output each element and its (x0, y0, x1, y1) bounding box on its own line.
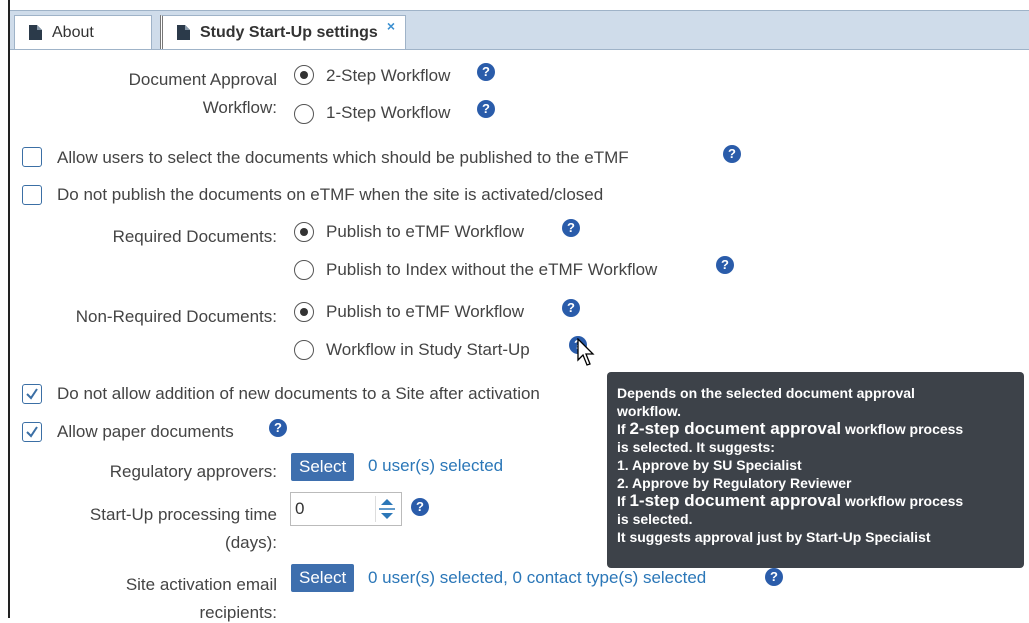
regulatory-approvers-label: Regulatory approvers: (109, 462, 277, 481)
processing-time-label-1: Start-Up processing time (89, 505, 277, 524)
close-icon[interactable]: × (387, 18, 395, 34)
approval-workflow-label-1: Document Approval (128, 70, 277, 89)
activation-email-label-1: Site activation email (125, 575, 277, 594)
processing-time-input[interactable]: 0 (290, 492, 402, 526)
radio-2-step-workflow[interactable] (294, 65, 314, 85)
help-icon[interactable]: ? (411, 498, 429, 516)
do-not-publish-label: Do not publish the documents on eTMF whe… (57, 185, 604, 204)
tooltip-text: workflow process (841, 493, 964, 509)
option-2-step-label: 2-Step Workflow (326, 66, 451, 85)
nonrequired-publish-etmf-label: Publish to eTMF Workflow (326, 302, 525, 321)
checkmark-icon (26, 388, 38, 400)
mouse-cursor-icon (577, 338, 595, 366)
required-documents-label: Required Documents: (112, 227, 277, 246)
tooltip-line: It suggests approval just by Start-Up Sp… (617, 529, 931, 545)
radio-nonrequired-workflow-ssu[interactable] (294, 340, 314, 360)
tooltip-line: 2. Approve by Regulatory Reviewer (617, 475, 852, 491)
help-tooltip: Depends on the selected document approva… (607, 372, 1024, 568)
required-publish-index-label: Publish to Index without the eTMF Workfl… (326, 260, 658, 279)
allow-select-documents-label: Allow users to select the documents whic… (57, 148, 629, 167)
tooltip-text: If (617, 493, 630, 509)
tab-about-label: About (52, 23, 94, 41)
radio-required-publish-index[interactable] (294, 260, 314, 280)
document-icon (29, 25, 42, 40)
no-addition-label: Do not allow addition of new documents t… (57, 384, 540, 403)
help-icon[interactable]: ? (477, 63, 495, 81)
radio-1-step-workflow[interactable] (294, 104, 314, 124)
select-regulatory-approvers-button[interactable]: Select (291, 453, 355, 481)
help-icon[interactable]: ? (562, 219, 580, 237)
help-icon[interactable]: ? (765, 568, 783, 586)
checkmark-icon (26, 426, 38, 438)
checkbox-allow-paper-documents[interactable] (22, 422, 42, 442)
tooltip-line: is selected. (617, 511, 693, 527)
select-activation-recipients-button[interactable]: Select (291, 564, 355, 592)
help-icon[interactable]: ? (269, 419, 287, 437)
window-border (8, 0, 10, 618)
tooltip-text: If (617, 421, 630, 437)
checkbox-do-not-publish[interactable] (22, 185, 42, 205)
tab-bar: About Study Start-Up settings × (10, 10, 1029, 50)
activation-email-label-2: recipients: (199, 603, 277, 622)
required-publish-etmf-label: Publish to eTMF Workflow (326, 222, 525, 241)
document-icon (177, 25, 190, 40)
processing-time-value: 0 (295, 499, 305, 518)
tooltip-emphasis: 2-step document approval (629, 419, 842, 438)
tab-about[interactable]: About (14, 15, 152, 49)
tooltip-line: Depends on the selected document approva… (617, 385, 915, 401)
help-icon[interactable]: ? (477, 100, 495, 118)
tab-study-startup-settings[interactable]: Study Start-Up settings × (160, 15, 406, 49)
option-1-step-label: 1-Step Workflow (326, 103, 451, 122)
radio-nonrequired-publish-etmf[interactable] (294, 302, 314, 322)
tooltip-text: workflow process (841, 421, 964, 437)
non-required-documents-label: Non-Required Documents: (75, 307, 277, 326)
checkbox-allow-select-documents[interactable] (22, 147, 42, 167)
tooltip-line: is selected. It suggests: (617, 439, 775, 455)
processing-time-label-2: (days): (225, 533, 277, 552)
tooltip-line: If 1-step document approval workflow pro… (617, 492, 1014, 510)
tooltip-emphasis: 1-step document approval (629, 491, 842, 510)
help-icon[interactable]: ? (723, 145, 741, 163)
stepper-arrows-icon[interactable] (375, 496, 398, 522)
help-icon[interactable]: ? (716, 256, 734, 274)
approval-workflow-label-2: Workflow: (202, 98, 277, 117)
tooltip-line: 1. Approve by SU Specialist (617, 457, 802, 473)
activation-recipients-status[interactable]: 0 user(s) selected, 0 contact type(s) se… (368, 568, 706, 588)
tooltip-line: If 2-step document approval workflow pro… (617, 420, 1014, 438)
tab-settings-label: Study Start-Up settings (200, 23, 378, 41)
help-icon[interactable]: ? (562, 299, 580, 317)
tooltip-line: workflow. (617, 403, 682, 419)
radio-required-publish-etmf[interactable] (294, 222, 314, 242)
nonrequired-workflow-ssu-label: Workflow in Study Start-Up (326, 340, 530, 359)
checkbox-no-addition-after-activation[interactable] (22, 384, 42, 404)
allow-paper-documents-label: Allow paper documents (57, 422, 234, 441)
regulatory-approvers-status[interactable]: 0 user(s) selected (368, 456, 503, 476)
